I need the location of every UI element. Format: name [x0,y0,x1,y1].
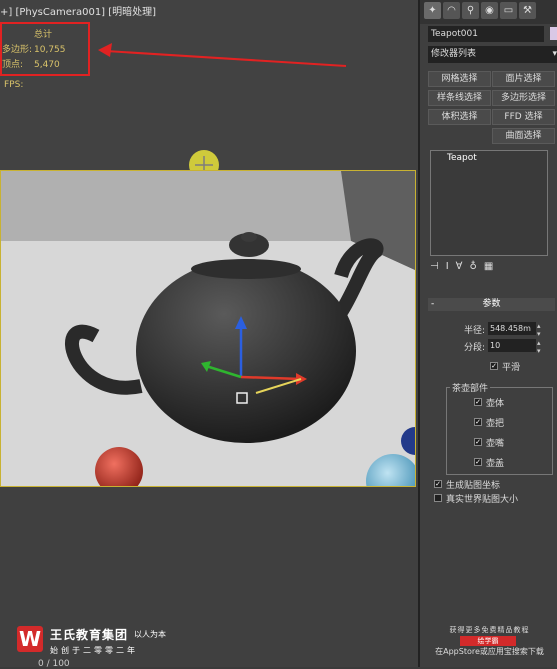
smooth-checkbox[interactable]: ✓ [490,362,498,370]
stack-item-teapot[interactable]: Teapot [431,151,547,165]
segments-input[interactable]: 10 [488,339,536,352]
create-tab-icon[interactable]: ✦ [424,2,441,19]
parameters-rollout[interactable]: - 参数 [428,298,555,311]
teapot-parts-title: 茶壶部件 [450,381,491,394]
handle-checkbox[interactable]: ✓ [474,418,482,426]
modify-tab-icon[interactable]: ◠ [443,2,460,19]
company-logo: W [17,626,43,652]
gen-mapping-checkbox[interactable]: ✓ [434,480,442,488]
show-end-result-icon[interactable]: I [446,261,449,275]
modifier-list-label: 修改器列表 [431,49,477,59]
body-checkbox[interactable]: ✓ [474,398,482,406]
annotation-arrow [98,43,347,67]
spout-checkbox[interactable]: ✓ [474,438,482,446]
page-counter: 0 / 100 [38,659,70,669]
viewport[interactable]: +] [PhysCamera001] [明暗处理] 总计 多边形: 10,755 … [0,0,418,669]
stack-toolbar: ⊣ I ∀ ♁ ▦ [430,261,555,275]
promo-badge: 绘学霸 [460,636,516,646]
make-unique-icon[interactable]: ∀ [456,261,463,275]
viewport-label[interactable]: +] [PhysCamera001] [明暗处理] [0,3,156,18]
fps-label: FPS: [4,80,24,90]
radius-label: 半径: [464,326,486,336]
remove-modifier-icon[interactable]: ♁ [470,261,477,275]
vol-select-button[interactable]: 体积选择 [428,109,491,125]
pin-stack-icon[interactable]: ⊣ [430,261,439,275]
motion-tab-icon[interactable]: ◉ [481,2,498,19]
poly-select-button[interactable]: 多边形选择 [492,90,555,106]
highlight-box [0,22,90,76]
patch-select-button[interactable]: 面片选择 [492,71,555,87]
company-founded: 始创于二零零二年 [50,646,138,655]
panel-tabs: ✦ ◠ ⚲ ◉ ▭ ⚒ [420,0,557,24]
surface-select-button[interactable]: 曲面选择 [492,128,555,144]
promo-line1: 获得更多免费精品教程 [449,626,530,634]
spline-select-button[interactable]: 样条线选择 [428,90,491,106]
real-world-checkbox[interactable] [434,494,442,502]
command-panel: ✦ ◠ ⚲ ◉ ▭ ⚒ Teapot001 修改器列表 ▾ 网格选择 面片选择 … [418,0,557,667]
modifier-list-dropdown[interactable]: 修改器列表 ▾ [428,46,557,63]
display-tab-icon[interactable]: ▭ [500,2,517,19]
hierarchy-tab-icon[interactable]: ⚲ [462,2,479,19]
mesh-select-button[interactable]: 网格选择 [428,71,491,87]
company-name: 王氏教育集团 [50,628,129,642]
body-label: 壶体 [486,399,505,409]
real-world-label: 真实世界贴图大小 [446,495,519,505]
promo-line2: 在AppStore或应用宝搜索下载 [435,647,544,656]
spout-label: 壶嘴 [486,439,505,449]
segments-spinner-icon[interactable]: ▴ ▾ [537,339,541,355]
utilities-tab-icon[interactable]: ⚒ [519,2,536,19]
ffd-select-button[interactable]: FFD 选择 [492,109,555,125]
object-color-swatch[interactable] [550,27,557,40]
lid-label: 壶盖 [486,459,505,469]
lid-checkbox[interactable]: ✓ [474,458,482,466]
camera-view[interactable] [0,170,416,487]
configure-sets-icon[interactable]: ▦ [484,261,493,275]
company-slogan: 以人为本 [134,630,166,639]
radius-spinner-icon[interactable]: ▴ ▾ [537,322,541,338]
gen-mapping-label: 生成贴图坐标 [446,481,501,491]
segments-label: 分段: [464,343,486,353]
smooth-label: 平滑 [502,363,521,373]
modifier-stack[interactable]: Teapot [430,150,548,256]
rollout-title: 参数 [482,299,501,309]
chevron-down-icon: ▾ [552,49,557,59]
handle-label: 壶把 [486,419,505,429]
radius-input[interactable]: 548.458m [488,322,536,335]
scene-render [1,171,415,486]
object-name-field[interactable]: Teapot001 [428,26,544,42]
